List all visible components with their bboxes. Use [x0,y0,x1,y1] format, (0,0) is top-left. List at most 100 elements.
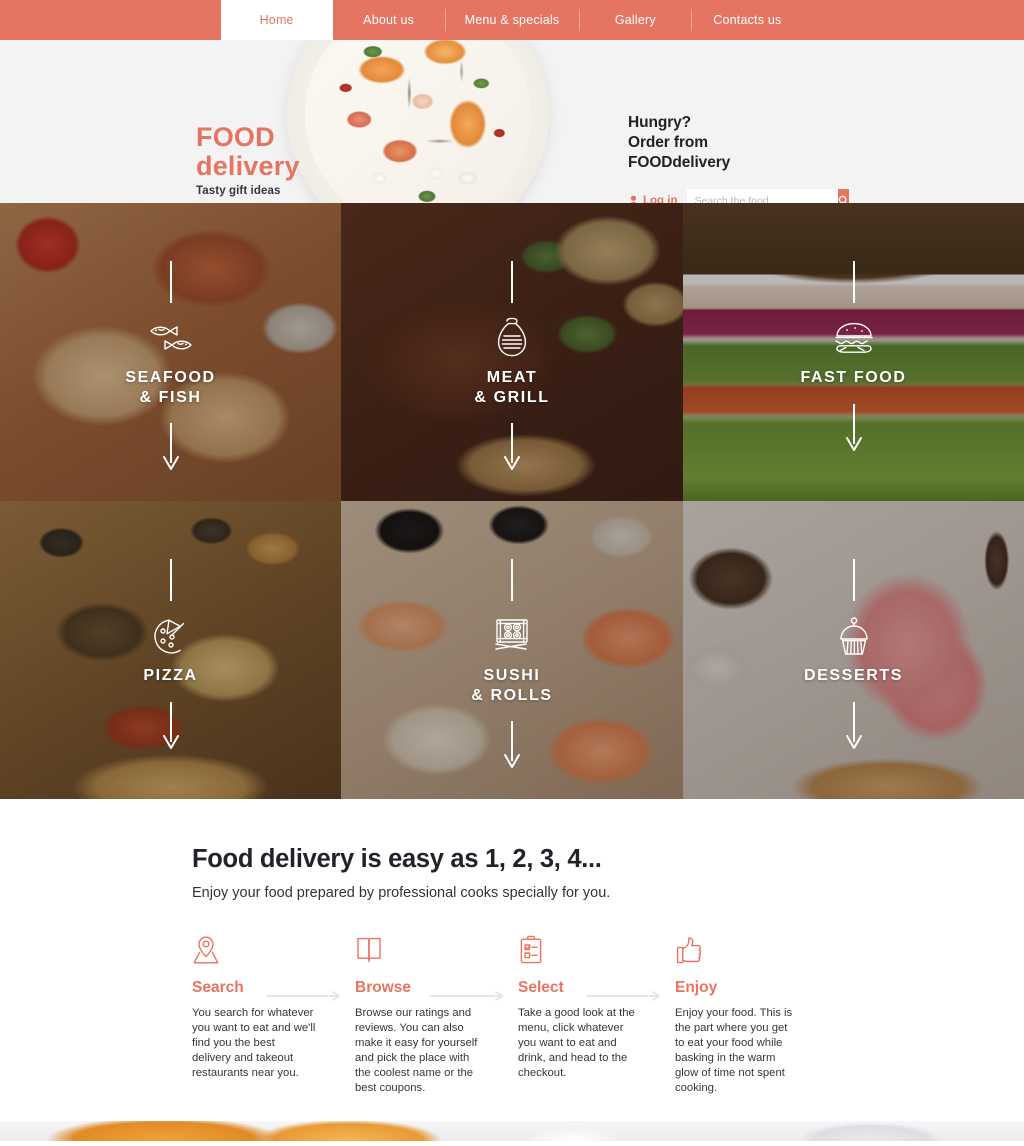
hero-actions: Log in [628,189,849,203]
nav-items-container: Home About us Menu & specials Gallery Co… [220,0,804,40]
top-line-divider [511,261,513,303]
category-label-line-2: & ROLLS [471,686,553,704]
bottom-food-photo [0,1121,1024,1142]
step-arrow-icon [587,988,665,1001]
top-line-divider [852,559,855,601]
nav-item-label: About us [363,13,415,27]
category-label: FAST FOOD [801,368,907,388]
site-logo[interactable]: FOOD delivery Tasty gift ideas [196,122,336,197]
nav-item-label: Contacts us [713,13,782,27]
category-label: PIZZA [143,666,197,686]
login-link[interactable]: Log in [628,195,678,203]
step-select: Select Take a good look at the menu, cli… [518,935,675,1095]
nav-item-label: Menu & specials [464,13,560,27]
hero-right-panel: Hungry? Order from FOODdelivery Log in [628,113,849,203]
step-description: Browse our ratings and reviews. You can … [355,1007,478,1094]
category-label-line-2: & GRILL [474,388,550,406]
clipboard-checklist-icon [518,935,657,965]
down-arrow-icon [503,721,521,774]
login-label: Log in [643,195,678,203]
bottom-image-strip [0,1095,1024,1142]
top-line-divider [511,559,513,601]
user-icon [628,195,639,203]
category-tile-meat-grill[interactable]: MEAT & GRILL [341,203,683,501]
down-arrow-icon [162,701,180,755]
nav-item-home[interactable]: Home [220,0,333,40]
step-description: You search for whatever you want to eat … [192,1007,316,1079]
category-tile-desserts[interactable]: DESSERTS [683,501,1024,799]
down-arrow-icon [845,403,863,457]
category-label: SEAFOOD & FISH [125,368,215,407]
nav-item-about-us[interactable]: About us [333,0,445,40]
nav-item-contacts-us[interactable]: Contacts us [691,0,803,40]
category-label-line-1: DESSERTS [803,667,904,684]
category-label-line-1: PIZZA [143,667,198,684]
category-content: MEAT & GRILL [341,203,683,501]
hero-headline-line-1: Hungry? [628,114,692,131]
two-fish-icon [145,317,197,359]
step-arrow-icon [430,988,508,1001]
category-label-line-1: MEAT [486,369,538,386]
hero-balsamic-drizzle [309,40,527,203]
logo-delivery-text: delivery [196,150,300,181]
category-label: SUSHI & ROLLS [471,666,552,705]
section-title: Food delivery is easy as 1, 2, 3, 4... [192,845,602,873]
category-content: PIZZA [0,501,341,799]
nav-item-menu-specials[interactable]: Menu & specials [444,0,580,40]
category-label-line-1: SUSHI [483,667,541,684]
category-content: SUSHI & ROLLS [341,501,683,799]
thumbs-up-icon [675,935,814,965]
map-pin-icon [192,935,337,965]
hero-headline: Hungry? Order from FOODdelivery [628,113,829,172]
category-label-line-2: & FISH [139,388,202,406]
main-navigation: Home About us Menu & specials Gallery Co… [0,0,1024,40]
open-book-icon [355,935,500,965]
step-search: Search You search for whatever you want … [192,935,355,1095]
hero-headline-line-2: Order from [628,133,708,151]
burger-icon [831,317,877,359]
category-content: SEAFOOD & FISH [0,203,341,501]
category-label-line-1: SEAFOOD [125,369,216,386]
nav-item-label: Gallery [614,13,656,27]
category-label: MEAT & GRILL [474,368,549,407]
search-icon [838,194,849,203]
category-tile-fast-food[interactable]: FAST FOOD [683,203,1024,501]
down-arrow-icon [503,423,521,476]
section-subtitle: Enjoy your food prepared by professional… [192,885,611,901]
step-browse: Browse Browse our ratings and reviews. Y… [355,935,518,1095]
down-arrow-icon [845,701,863,755]
step-enjoy: Enjoy Enjoy your food. This is the part … [675,935,832,1095]
top-line-divider [852,261,855,303]
category-content: FAST FOOD [683,203,1024,501]
step-description: Enjoy your food. This is the part where … [675,1007,793,1094]
step-description: Take a good look at the menu, click what… [518,1007,635,1079]
down-arrow-icon [162,423,180,476]
search-bar [686,189,849,203]
category-label-line-1: FAST FOOD [800,369,907,386]
logo-food-text: FOOD [196,122,275,152]
step-name: Enjoy [675,979,718,996]
category-tile-sushi-rolls[interactable]: SUSHI & ROLLS [341,501,683,799]
category-label: DESSERTS [804,666,903,686]
category-tile-seafood-fish[interactable]: SEAFOOD & FISH [0,203,341,501]
nav-item-label: Home [259,13,294,27]
how-it-works-section: Food delivery is easy as 1, 2, 3, 4... E… [0,799,1024,1096]
hero-banner: FOOD delivery Tasty gift ideas Hungry? O… [0,40,1024,203]
logo-tagline: Tasty gift ideas [196,184,281,197]
hero-headline-line-3: FOODdelivery [628,153,731,171]
top-line-divider [169,559,172,601]
step-arrow-icon [267,988,345,1001]
ham-icon [495,317,529,359]
top-line-divider [169,261,172,303]
search-button[interactable] [837,189,849,203]
how-it-works-container: Food delivery is easy as 1, 2, 3, 4... E… [192,845,832,1095]
cupcake-icon [834,615,874,657]
search-input[interactable] [686,189,838,203]
sushi-tray-icon [490,615,534,657]
pizza-slice-icon [150,615,192,657]
nav-item-gallery[interactable]: Gallery [579,0,691,40]
steps-row: Search You search for whatever you want … [192,935,832,1095]
category-tile-pizza[interactable]: PIZZA [0,501,341,799]
category-grid: SEAFOOD & FISH MEAT & GRILL FAST FOOD PI… [0,203,1024,799]
category-content: DESSERTS [683,501,1024,799]
